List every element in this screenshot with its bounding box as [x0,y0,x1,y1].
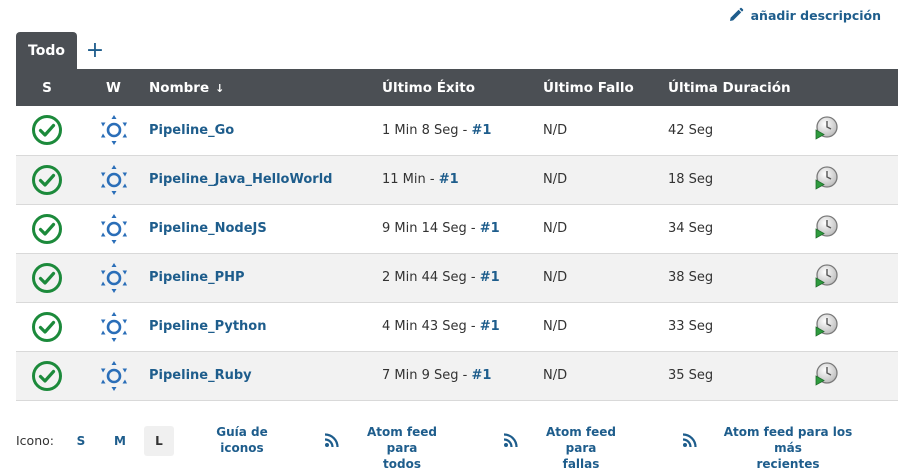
last-duration-value: 35 Seg [668,368,714,383]
column-header-actions [813,69,898,106]
job-row: Pipeline_Java_HelloWorld 11 Min - #1 N/D… [16,155,898,205]
last-success-build-link[interactable]: #1 [471,368,491,383]
job-row: Pipeline_NodeJS 9 Min 14 Seg - #1 N/D 34… [16,204,898,254]
job-name-link[interactable]: Pipeline_Python [149,319,267,334]
sunny-weather-icon[interactable] [98,311,130,343]
last-success-time: 9 Min 14 Seg - [382,221,480,236]
last-failure-value: N/D [543,270,568,285]
rss-icon [503,433,518,448]
last-duration-value: 18 Seg [668,172,714,187]
rss-icon [324,433,339,448]
success-check-icon[interactable] [31,262,63,294]
sunny-weather-icon[interactable] [98,360,130,392]
last-failure-value: N/D [543,319,568,334]
job-name-link[interactable]: Pipeline_Java_HelloWorld [149,172,332,187]
last-success-build-link[interactable]: #1 [480,319,500,334]
footer: Icono: S M L Guía de iconos Atom feed pa… [16,424,898,471]
job-name-link[interactable]: Pipeline_Go [149,123,234,138]
last-duration-value: 34 Seg [668,221,714,236]
sunny-weather-icon[interactable] [98,164,130,196]
schedule-build-icon[interactable] [813,361,839,387]
success-check-icon[interactable] [31,311,63,343]
icon-size-label: Icono: [16,433,54,448]
last-duration-value: 33 Seg [668,319,714,334]
last-duration-value: 38 Seg [668,270,714,285]
table-header: S W Nombre ↓ Último Éxito Último Fallo Úl… [16,69,898,106]
schedule-build-icon[interactable] [813,312,839,338]
last-failure-value: N/D [543,368,568,383]
last-success-build-link[interactable]: #1 [480,270,500,285]
job-name-link[interactable]: Pipeline_Ruby [149,368,252,383]
column-header-name-label: Nombre [149,79,210,96]
job-row: Pipeline_Ruby 7 Min 9 Seg - #1 N/D 35 Se… [16,351,898,401]
last-success-time: 7 Min 9 Seg - [382,368,472,383]
last-success-build-link[interactable]: #1 [471,123,491,138]
jobs-table: S W Nombre ↓ Último Éxito Último Fallo Úl… [16,69,898,401]
add-view-tab[interactable]: + [77,32,113,69]
icon-size-s-button[interactable]: S [66,426,96,456]
feed-latest-link[interactable]: Atom feed para los más recientes [708,424,868,472]
success-check-icon[interactable] [31,213,63,245]
job-name-link[interactable]: Pipeline_PHP [149,270,245,285]
success-check-icon[interactable] [31,360,63,392]
schedule-build-icon[interactable] [813,165,839,191]
job-row: Pipeline_Go 1 Min 8 Seg - #1 N/D 42 Seg [16,106,898,156]
tab-todo[interactable]: Todo [16,32,77,69]
column-header-last-failure[interactable]: Último Fallo [543,69,668,106]
icon-legend-line2: iconos [220,441,264,455]
icon-legend-line1: Guía de [216,425,268,439]
schedule-build-icon[interactable] [813,115,839,141]
column-header-weather[interactable]: W [78,69,149,106]
success-check-icon[interactable] [31,164,63,196]
sunny-weather-icon[interactable] [98,262,130,294]
sort-down-icon: ↓ [215,81,225,95]
feed-all-line1: Atom feed para [366,425,438,455]
feed-all-line2: todos [383,457,421,471]
feed-failures-line1: Atom feed para [545,425,617,455]
column-header-status[interactable]: S [16,69,78,106]
last-duration-value: 42 Seg [668,122,714,138]
last-failure-value: N/D [543,172,568,187]
rss-icon [682,433,697,448]
add-description[interactable]: añadir descripción [727,6,881,24]
success-check-icon[interactable] [31,114,63,146]
feed-all-link[interactable]: Atom feed para todos [350,424,454,472]
job-row: Pipeline_Python 4 Min 43 Seg - #1 N/D 33… [16,302,898,352]
job-name-link[interactable]: Pipeline_NodeJS [149,221,267,236]
feed-latest-line1: Atom feed para los más [723,425,853,455]
column-header-name[interactable]: Nombre ↓ [149,69,382,106]
last-failure-value: N/D [543,122,568,138]
last-success-time: 4 Min 43 Seg - [382,319,480,334]
icon-size-m-button[interactable]: M [105,426,135,456]
last-success-build-link[interactable]: #1 [439,172,459,187]
last-success-build-link[interactable]: #1 [480,221,500,236]
column-header-last-duration[interactable]: Última Duración [668,69,813,106]
schedule-build-icon[interactable] [813,214,839,240]
sunny-weather-icon[interactable] [98,213,130,245]
pencil-icon [729,7,743,21]
view-tabs: Todo + [16,32,113,69]
feed-latest-line2: recientes [756,457,820,471]
column-header-last-success[interactable]: Último Éxito [382,69,543,106]
last-success-time: 11 Min - [382,172,439,187]
job-row: Pipeline_PHP 2 Min 44 Seg - #1 N/D 38 Se… [16,253,898,303]
icon-legend-link[interactable]: Guía de iconos [212,424,272,456]
sunny-weather-icon[interactable] [98,114,130,146]
schedule-build-icon[interactable] [813,263,839,289]
feed-failures-line2: fallas [562,457,600,471]
add-description-link[interactable]: añadir descripción [751,8,881,23]
last-failure-value: N/D [543,221,568,236]
last-success-time: 2 Min 44 Seg - [382,270,480,285]
icon-size-l-button[interactable]: L [144,426,174,456]
feed-failures-link[interactable]: Atom feed para fallas [529,424,633,472]
last-success-time: 1 Min 8 Seg - [382,122,472,138]
